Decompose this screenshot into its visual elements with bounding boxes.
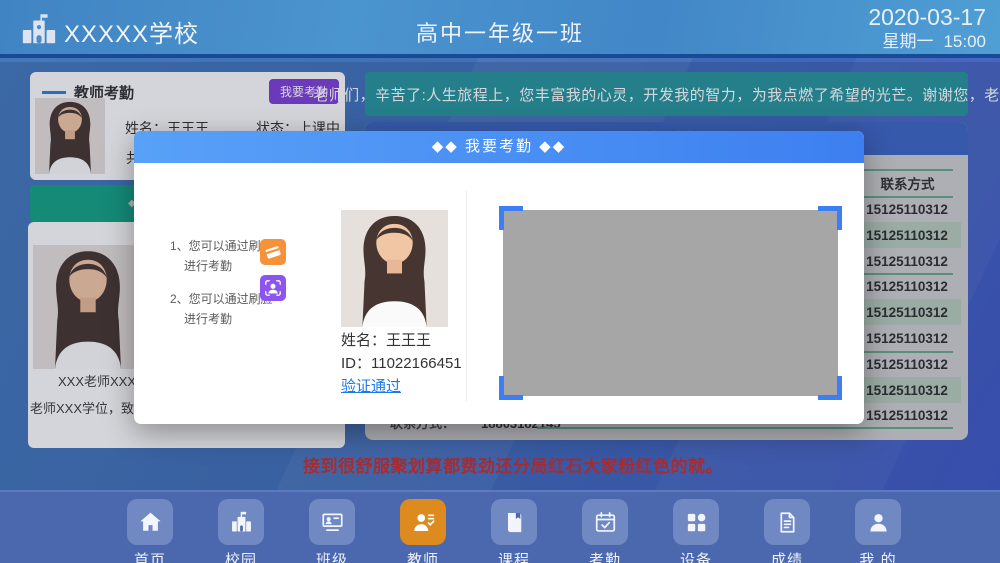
viewfinder-corner: [818, 206, 842, 230]
person-name: 姓名：王王王: [341, 329, 431, 350]
instruction-step: 1、您可以通过刷卡 进行考勤: [170, 236, 273, 276]
grades-icon: [774, 509, 801, 536]
school-icon: [228, 509, 255, 536]
class-title: 高中一年级一班: [0, 16, 1000, 48]
verify-passed-link[interactable]: 验证通过: [341, 375, 401, 396]
profile-icon: [865, 509, 892, 536]
nav-item-home[interactable]: 首页: [110, 499, 190, 563]
modal-title: ◆◆ 我要考勤 ◆◆: [134, 131, 864, 163]
top-bar: XXXXX学校 高中一年级一班 2020-03-17 星期一15:00: [0, 0, 1000, 58]
device-icon: [683, 509, 710, 536]
verified-person-photo: [341, 210, 448, 327]
date: 2020-03-17: [868, 4, 986, 32]
nav-item-course[interactable]: 课程: [474, 499, 554, 563]
person-id: ID：11022166451: [341, 352, 462, 373]
datetime-block: 2020-03-17 星期一15:00: [868, 4, 986, 52]
instruction-step: 2、您可以通过刷脸 进行考勤: [170, 289, 273, 329]
camera-viewfinder: [503, 210, 838, 396]
screen: XXXXX学校 高中一年级一班 2020-03-17 星期一15:00 教师 考勤…: [0, 0, 1000, 563]
nav-item-grades[interactable]: 成绩: [747, 499, 827, 563]
nav-item-device[interactable]: 设备: [656, 499, 736, 563]
vertical-divider: [466, 191, 467, 401]
viewfinder-corner: [499, 206, 523, 230]
instructions: 1、您可以通过刷卡 进行考勤 2、您可以通过刷脸 进行考勤: [170, 236, 273, 342]
attendance-modal: ◆◆ 我要考勤 ◆◆ 1、您可以通过刷卡 进行考勤 2、您可以通过刷脸 进行考勤: [134, 131, 864, 424]
face-scan-icon: [260, 275, 286, 301]
nav-item-teacher[interactable]: 教师: [383, 499, 463, 563]
card-swipe-icon: [260, 239, 286, 265]
class-icon: [319, 509, 346, 536]
weekday-time: 星期一15:00: [868, 32, 986, 52]
home-icon: [137, 509, 164, 536]
nav-item-attendance[interactable]: 考勤: [565, 499, 645, 563]
teacher-icon: [410, 509, 437, 536]
course-icon: [501, 509, 528, 536]
viewfinder-corner: [499, 376, 523, 400]
viewfinder-corner: [818, 376, 842, 400]
nav-item-profile[interactable]: 我 的: [838, 499, 918, 563]
nav-item-campus[interactable]: 校园: [201, 499, 281, 563]
attendance-icon: [592, 509, 619, 536]
bottom-nav: 首页 校园: [0, 490, 1000, 563]
nav-item-class[interactable]: 班级: [292, 499, 372, 563]
